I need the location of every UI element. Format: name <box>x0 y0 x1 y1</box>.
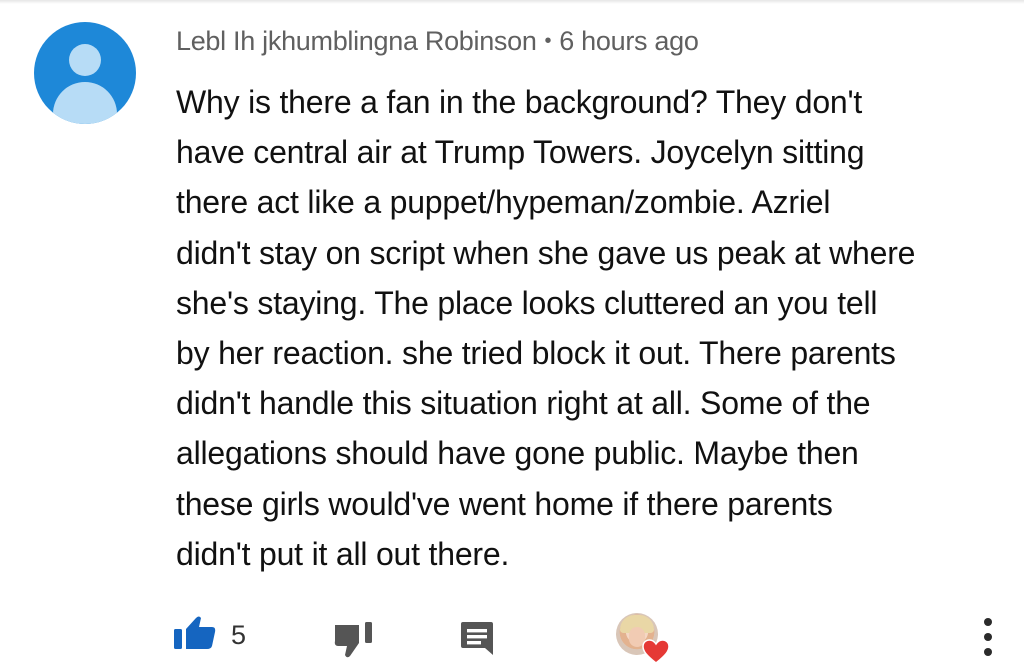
more-vertical-icon <box>984 618 992 626</box>
comment-line: there act like a puppet/hypeman/zombie. … <box>176 184 831 221</box>
avatar-head-shape <box>69 44 101 76</box>
more-vertical-icon-dot <box>984 633 992 641</box>
comment-line: allegations should have gone public. May… <box>176 435 859 472</box>
heart-icon <box>642 639 670 664</box>
like-button[interactable] <box>170 615 218 651</box>
comment-line: have central air at Trump Towers. Joycel… <box>176 134 865 171</box>
dislike-button[interactable] <box>333 619 379 659</box>
comment-line: she's staying. The place looks cluttered… <box>176 284 878 321</box>
more-vertical-icon-dot <box>984 648 992 656</box>
thumbs-up-icon <box>174 616 216 649</box>
comment-line: these girls would've went home if there … <box>176 485 833 522</box>
author-name[interactable]: Lebl Ih jkhumblingna Robinson <box>176 26 537 56</box>
comment-line: didn't put it all out there. <box>176 535 510 572</box>
comment-line: didn't stay on script when she gave us p… <box>176 234 916 271</box>
reply-button[interactable] <box>458 619 496 659</box>
comment-thread-item: Lebl Ih jkhumblingna Robinson • 6 hours ag… <box>0 0 1024 669</box>
like-count: 5 <box>231 620 247 650</box>
comment-line: Why is there a fan in the background? Th… <box>176 84 863 120</box>
comment-line: didn't handle this situation right at al… <box>176 385 871 422</box>
comment-reply-icon <box>461 622 493 655</box>
avatar-body-shape <box>53 82 117 124</box>
thumbs-down-icon <box>334 622 372 658</box>
meta-separator: • <box>544 30 552 52</box>
comment-text: Why is there a fan in the background? Th… <box>176 77 1006 579</box>
comment-action-bar: 5 <box>0 605 1024 665</box>
more-options-button[interactable] <box>976 615 1000 659</box>
comment-header: Lebl Ih jkhumblingna Robinson • 6 hours ag… <box>176 26 699 57</box>
creator-heart-badge[interactable] <box>614 613 672 667</box>
comment-timestamp[interactable]: 6 hours ago <box>559 26 699 56</box>
comment-line: by her reaction. she tried block it out.… <box>176 335 896 372</box>
author-avatar[interactable] <box>34 22 136 124</box>
